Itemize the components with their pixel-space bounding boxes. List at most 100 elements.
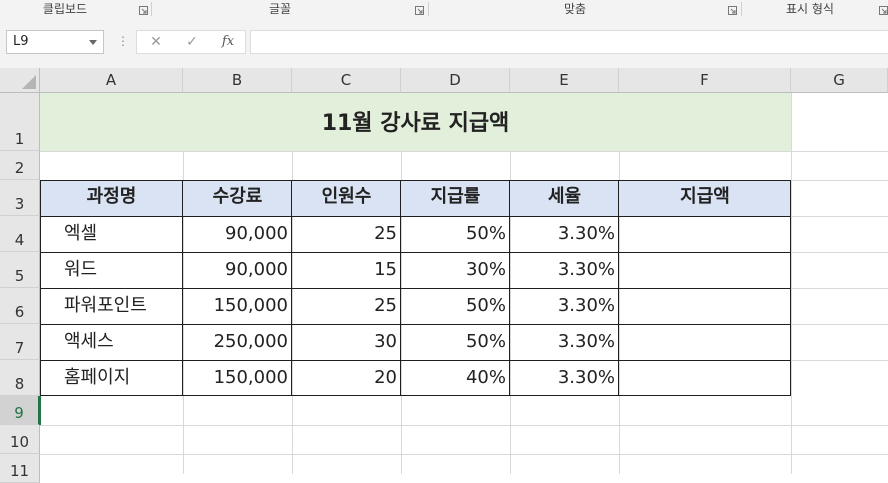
formula-bar: L9 ⋮ ✕ ✓ fx bbox=[0, 18, 888, 68]
table-cell-rate[interactable]: 30% bbox=[401, 252, 510, 288]
table-cell-tax[interactable]: 3.30% bbox=[510, 324, 619, 360]
select-all-icon bbox=[22, 75, 36, 89]
formula-buttons: ✕ ✓ fx bbox=[136, 30, 246, 54]
table-cell-rate[interactable]: 50% bbox=[401, 216, 510, 252]
name-box[interactable]: L9 bbox=[6, 30, 104, 54]
table-cell-course[interactable]: 액세스 bbox=[40, 324, 183, 360]
row-header-9[interactable]: 9 bbox=[0, 396, 40, 425]
dialog-launcher-icon[interactable] bbox=[139, 4, 148, 15]
header-cell[interactable]: 지급액 bbox=[619, 180, 791, 216]
chevron-down-icon[interactable] bbox=[89, 40, 97, 45]
table-cell-course[interactable]: 홈페이지 bbox=[40, 360, 183, 396]
row-header-3[interactable]: 3 bbox=[0, 180, 40, 216]
table-border bbox=[509, 180, 510, 396]
table-border bbox=[182, 180, 183, 396]
table-cell-count[interactable]: 20 bbox=[292, 360, 401, 396]
ribbon-separator bbox=[741, 2, 742, 16]
table-cell-fee[interactable]: 90,000 bbox=[183, 216, 292, 252]
row-number: 5 bbox=[14, 267, 25, 285]
table-cell-tax[interactable]: 3.30% bbox=[510, 288, 619, 324]
column-header-g[interactable]: G bbox=[791, 68, 888, 93]
column-header-b[interactable]: B bbox=[183, 68, 292, 93]
more-options-icon[interactable]: ⋮ bbox=[117, 34, 129, 48]
formula-input[interactable] bbox=[250, 30, 888, 54]
table-cell-tax[interactable]: 3.30% bbox=[510, 216, 619, 252]
row-number: 2 bbox=[14, 159, 25, 177]
table-cell-fee[interactable]: 250,000 bbox=[183, 324, 292, 360]
table-cell-amount[interactable] bbox=[619, 252, 791, 288]
row-number: 9 bbox=[14, 404, 24, 422]
insert-function-icon[interactable]: fx bbox=[215, 31, 241, 53]
select-all-button[interactable] bbox=[0, 68, 40, 93]
table-cell-rate[interactable]: 50% bbox=[401, 324, 510, 360]
table-border bbox=[618, 180, 619, 396]
cancel-icon[interactable]: ✕ bbox=[143, 31, 169, 53]
table-cell-amount[interactable] bbox=[619, 216, 791, 252]
ribbon-separator bbox=[428, 2, 429, 16]
row-header-7[interactable]: 7 bbox=[0, 324, 40, 360]
dialog-launcher-icon[interactable] bbox=[728, 4, 737, 15]
column-header-f[interactable]: F bbox=[619, 68, 791, 93]
table-cell-fee[interactable]: 150,000 bbox=[183, 360, 292, 396]
row-header-5[interactable]: 5 bbox=[0, 252, 40, 288]
table-cell-rate[interactable]: 50% bbox=[401, 288, 510, 324]
dialog-launcher-icon[interactable] bbox=[415, 4, 424, 15]
row-header-8[interactable]: 8 bbox=[0, 360, 40, 396]
table-border bbox=[40, 252, 791, 253]
gridline bbox=[40, 151, 888, 152]
header-cell[interactable]: 과정명 bbox=[40, 180, 183, 216]
table-border bbox=[40, 360, 791, 361]
gridline bbox=[40, 425, 888, 426]
column-header-c[interactable]: C bbox=[292, 68, 401, 93]
table-border bbox=[40, 180, 791, 181]
gridline bbox=[791, 216, 888, 217]
column-header-d[interactable]: D bbox=[401, 68, 510, 93]
row-number: 1 bbox=[14, 130, 25, 148]
header-cell[interactable]: 지급률 bbox=[401, 180, 510, 216]
table-cell-course[interactable]: 워드 bbox=[40, 252, 183, 288]
gridline bbox=[791, 360, 888, 361]
column-header-e[interactable]: E bbox=[510, 68, 619, 93]
header-cell[interactable]: 수강료 bbox=[183, 180, 292, 216]
table-cell-tax[interactable]: 3.30% bbox=[510, 252, 619, 288]
table-cell-fee[interactable]: 90,000 bbox=[183, 252, 292, 288]
table-cell-fee[interactable]: 150,000 bbox=[183, 288, 292, 324]
gridline bbox=[791, 252, 888, 253]
ribbon-group-alignment: 맞춤 bbox=[563, 2, 587, 16]
table-cell-course[interactable]: 파워포인트 bbox=[40, 288, 183, 324]
table-cell-tax[interactable]: 3.30% bbox=[510, 360, 619, 396]
row-header-10[interactable]: 10 bbox=[0, 425, 40, 454]
name-box-value: L9 bbox=[13, 34, 29, 49]
table-cell-count[interactable]: 25 bbox=[292, 288, 401, 324]
row-number: 11 bbox=[9, 462, 30, 480]
table-cell-count[interactable]: 30 bbox=[292, 324, 401, 360]
gridline bbox=[40, 454, 888, 455]
table-cell-amount[interactable] bbox=[619, 360, 791, 396]
header-cell[interactable]: 세율 bbox=[510, 180, 619, 216]
table-cell-amount[interactable] bbox=[619, 288, 791, 324]
header-cell[interactable]: 인원수 bbox=[292, 180, 401, 216]
row-header-4[interactable]: 4 bbox=[0, 216, 40, 252]
column-header-a[interactable]: A bbox=[40, 68, 183, 93]
row-number: 3 bbox=[14, 195, 25, 213]
active-cell-indicator bbox=[39, 396, 41, 425]
table-cell-rate[interactable]: 40% bbox=[401, 360, 510, 396]
gridline bbox=[791, 324, 888, 325]
ribbon-group-labels: 클립보드 글꼴 맞춤 표시 형식 bbox=[0, 0, 888, 19]
gridline bbox=[791, 288, 888, 289]
row-header-11[interactable]: 11 bbox=[0, 454, 40, 483]
enter-icon[interactable]: ✓ bbox=[179, 31, 205, 53]
sheet-title[interactable]: 11월 강사료 지급액 bbox=[40, 105, 791, 137]
row-number: 6 bbox=[14, 303, 25, 321]
table-cell-count[interactable]: 25 bbox=[292, 216, 401, 252]
dialog-launcher-icon[interactable] bbox=[879, 4, 888, 15]
ribbon-group-font: 글꼴 bbox=[268, 2, 292, 16]
worksheet-grid[interactable]: A B C D E F G 1 2 3 4 5 6 7 8 9 10 11 11… bbox=[0, 68, 888, 483]
row-header-6[interactable]: 6 bbox=[0, 288, 40, 324]
table-cell-count[interactable]: 15 bbox=[292, 252, 401, 288]
table-cell-amount[interactable] bbox=[619, 324, 791, 360]
row-header-2[interactable]: 2 bbox=[0, 151, 40, 180]
table-cell-course[interactable]: 엑셀 bbox=[40, 216, 183, 252]
table-border bbox=[291, 180, 292, 396]
row-header-1[interactable]: 1 bbox=[0, 93, 40, 151]
